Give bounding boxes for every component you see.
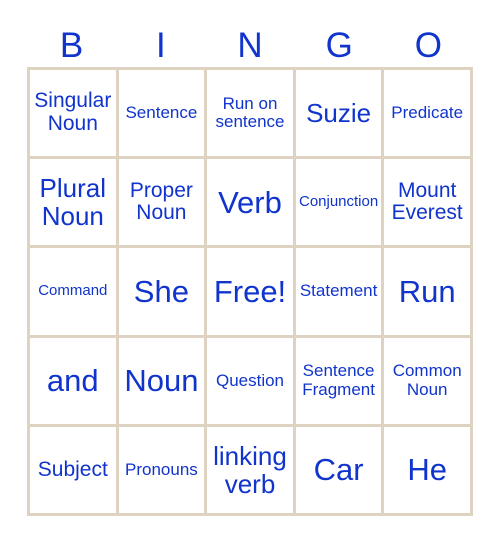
bingo-cell-label: Mount Everest bbox=[391, 178, 463, 225]
bingo-header-letter-b: B bbox=[59, 26, 84, 65]
bingo-cell-label: He bbox=[407, 452, 447, 488]
bingo-cell[interactable]: Plural Noun bbox=[30, 159, 119, 249]
bingo-cell-label: Question bbox=[215, 370, 285, 390]
bingo-cell[interactable]: Noun bbox=[118, 337, 208, 427]
bingo-cell-label: Sentence Fragment bbox=[302, 361, 375, 399]
bingo-cell[interactable]: Conjunction bbox=[295, 159, 385, 249]
bingo-header-letter-i: I bbox=[155, 26, 166, 65]
bingo-cell-label: Proper Noun bbox=[129, 178, 193, 225]
bingo-grid: Singular Noun Sentence Run on sentence S… bbox=[27, 67, 473, 516]
bingo-cell-free[interactable]: Free! bbox=[207, 248, 296, 338]
bingo-cell-label: Plural Noun bbox=[39, 173, 107, 232]
bingo-cell-label: and bbox=[46, 362, 99, 398]
bingo-cell[interactable]: Statement bbox=[295, 248, 385, 338]
bingo-header-row: B I N G O bbox=[27, 24, 473, 68]
bingo-cell-label: Noun bbox=[124, 362, 199, 398]
bingo-cell[interactable]: linking verb bbox=[207, 426, 296, 516]
bingo-cell[interactable]: Run on sentence bbox=[207, 70, 296, 160]
bingo-cell[interactable]: She bbox=[118, 248, 208, 338]
bingo-cell[interactable]: Predicate bbox=[384, 70, 473, 160]
bingo-cell-label: Common Noun bbox=[392, 361, 462, 399]
bingo-cell[interactable]: Sentence Fragment bbox=[295, 337, 385, 427]
bingo-cell-label: She bbox=[133, 273, 189, 309]
bingo-cell[interactable]: Question bbox=[207, 337, 296, 427]
bingo-cell-label: Subject bbox=[37, 457, 108, 481]
bingo-header-letter-o: O bbox=[414, 26, 443, 65]
bingo-cell-label: Run on sentence bbox=[215, 93, 285, 132]
bingo-cell-label: Sentence bbox=[125, 102, 198, 122]
bingo-cell-label: Statement bbox=[299, 281, 378, 301]
bingo-cell[interactable]: Proper Noun bbox=[118, 159, 208, 249]
bingo-cell[interactable]: Verb bbox=[207, 159, 296, 249]
bingo-cell[interactable]: He bbox=[384, 426, 473, 516]
bingo-header-letter-g: G bbox=[325, 26, 353, 65]
bingo-cell[interactable]: Suzie bbox=[295, 70, 385, 160]
bingo-cell[interactable]: Singular Noun bbox=[30, 70, 119, 160]
bingo-cell-label: Conjunction bbox=[298, 193, 379, 211]
bingo-cell-label: Suzie bbox=[306, 98, 372, 129]
bingo-cell[interactable]: Sentence bbox=[118, 70, 208, 160]
bingo-cell-label: Run bbox=[398, 273, 456, 309]
bingo-cell-label: Verb bbox=[218, 184, 282, 220]
bingo-cell-label: Predicate bbox=[391, 102, 464, 122]
bingo-cell-label: Command bbox=[38, 282, 108, 300]
bingo-cell[interactable]: Car bbox=[295, 426, 385, 516]
bingo-cell[interactable]: Mount Everest bbox=[384, 159, 473, 249]
bingo-cell[interactable]: Common Noun bbox=[384, 337, 473, 427]
bingo-cell-label: Singular Noun bbox=[34, 89, 112, 136]
bingo-cell[interactable]: and bbox=[30, 337, 119, 427]
bingo-cell[interactable]: Pronouns bbox=[118, 426, 208, 516]
bingo-cell[interactable]: Command bbox=[30, 248, 119, 338]
bingo-cell-label: linking verb bbox=[213, 440, 287, 499]
bingo-header-letter-n: N bbox=[237, 26, 263, 65]
bingo-cell-label: Pronouns bbox=[125, 459, 198, 479]
bingo-cell-label: Car bbox=[313, 452, 364, 488]
bingo-card: B I N G O Singular Noun Sentence Run on … bbox=[0, 0, 501, 544]
bingo-cell-label: Free! bbox=[213, 273, 287, 309]
bingo-cell[interactable]: Run bbox=[384, 248, 473, 338]
bingo-cell[interactable]: Subject bbox=[30, 426, 119, 516]
